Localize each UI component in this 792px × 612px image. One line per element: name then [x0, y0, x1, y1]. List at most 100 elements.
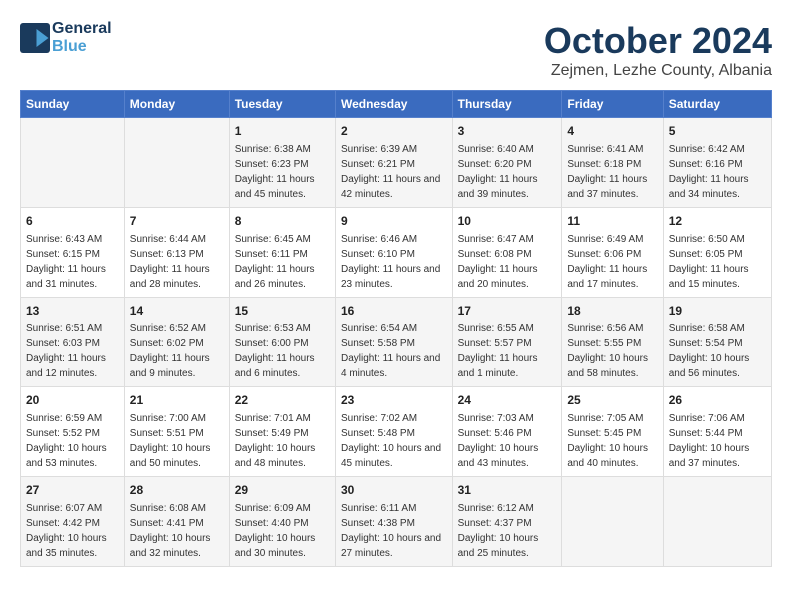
day-header-monday: Monday [124, 91, 229, 118]
day-number: 6 [26, 213, 119, 230]
cell-info: Sunrise: 6:09 AM Sunset: 4:40 PM Dayligh… [235, 501, 330, 561]
cell-info: Sunrise: 6:49 AM Sunset: 6:06 PM Dayligh… [567, 232, 657, 292]
cell-info: Sunrise: 6:46 AM Sunset: 6:10 PM Dayligh… [341, 232, 447, 292]
calendar-cell: 28 Sunrise: 6:08 AM Sunset: 4:41 PM Dayli… [124, 477, 229, 567]
cell-info: Sunrise: 6:50 AM Sunset: 6:05 PM Dayligh… [669, 232, 766, 292]
cell-info: Sunrise: 6:07 AM Sunset: 4:42 PM Dayligh… [26, 501, 119, 561]
day-number: 14 [130, 303, 224, 320]
cell-info: Sunrise: 6:12 AM Sunset: 4:37 PM Dayligh… [458, 501, 557, 561]
week-row-3: 13Sunrise: 6:51 AM Sunset: 6:03 PM Dayli… [21, 297, 772, 387]
calendar-cell: 17Sunrise: 6:55 AM Sunset: 5:57 PM Dayli… [452, 297, 562, 387]
calendar-cell: 16Sunrise: 6:54 AM Sunset: 5:58 PM Dayli… [335, 297, 452, 387]
day-number: 27 [26, 482, 119, 499]
day-number: 13 [26, 303, 119, 320]
day-number: 1 [235, 123, 330, 140]
logo-icon [20, 23, 50, 53]
calendar-cell: 2 Sunrise: 6:39 AM Sunset: 6:21 PM Daylig… [335, 118, 452, 208]
calendar-cell: 4 Sunrise: 6:41 AM Sunset: 6:18 PM Daylig… [562, 118, 663, 208]
calendar-cell: 23 Sunrise: 7:02 AM Sunset: 5:48 PM Dayli… [335, 387, 452, 477]
day-number: 23 [341, 392, 447, 409]
calendar-cell: 1Sunrise: 6:38 AM Sunset: 6:23 PM Daylig… [229, 118, 335, 208]
day-number: 16 [341, 303, 447, 320]
day-number: 21 [130, 392, 224, 409]
day-number: 12 [669, 213, 766, 230]
calendar-cell: 15Sunrise: 6:53 AM Sunset: 6:00 PM Dayli… [229, 297, 335, 387]
logo: General Blue [20, 20, 112, 56]
calendar-cell [21, 118, 125, 208]
day-number: 31 [458, 482, 557, 499]
calendar-cell: 31 Sunrise: 6:12 AM Sunset: 4:37 PM Dayli… [452, 477, 562, 567]
calendar-cell [562, 477, 663, 567]
cell-info: Sunrise: 6:56 AM Sunset: 5:55 PM Dayligh… [567, 321, 657, 381]
days-header-row: SundayMondayTuesdayWednesdayThursdayFrid… [21, 91, 772, 118]
cell-info: Sunrise: 6:53 AM Sunset: 6:00 PM Dayligh… [235, 321, 330, 381]
day-number: 26 [669, 392, 766, 409]
cell-info: Sunrise: 6:40 AM Sunset: 6:20 PM Dayligh… [458, 142, 557, 202]
day-header-thursday: Thursday [452, 91, 562, 118]
day-number: 17 [458, 303, 557, 320]
calendar-cell: 9 Sunrise: 6:46 AM Sunset: 6:10 PM Daylig… [335, 207, 452, 297]
cell-info: Sunrise: 7:05 AM Sunset: 5:45 PM Dayligh… [567, 411, 657, 471]
day-header-tuesday: Tuesday [229, 91, 335, 118]
day-number: 30 [341, 482, 447, 499]
day-number: 25 [567, 392, 657, 409]
day-number: 7 [130, 213, 224, 230]
day-number: 10 [458, 213, 557, 230]
cell-info: Sunrise: 6:59 AM Sunset: 5:52 PM Dayligh… [26, 411, 119, 471]
title-block: October 2024 Zejmen, Lezhe County, Alban… [544, 20, 772, 80]
day-number: 24 [458, 392, 557, 409]
calendar-cell [124, 118, 229, 208]
cell-info: Sunrise: 7:00 AM Sunset: 5:51 PM Dayligh… [130, 411, 224, 471]
week-row-1: 1Sunrise: 6:38 AM Sunset: 6:23 PM Daylig… [21, 118, 772, 208]
cell-info: Sunrise: 6:42 AM Sunset: 6:16 PM Dayligh… [669, 142, 766, 202]
day-number: 8 [235, 213, 330, 230]
day-header-friday: Friday [562, 91, 663, 118]
cell-info: Sunrise: 7:06 AM Sunset: 5:44 PM Dayligh… [669, 411, 766, 471]
calendar-cell: 8Sunrise: 6:45 AM Sunset: 6:11 PM Daylig… [229, 207, 335, 297]
day-header-saturday: Saturday [663, 91, 771, 118]
calendar-cell: 13Sunrise: 6:51 AM Sunset: 6:03 PM Dayli… [21, 297, 125, 387]
day-number: 20 [26, 392, 119, 409]
day-number: 2 [341, 123, 447, 140]
calendar-cell: 12 Sunrise: 6:50 AM Sunset: 6:05 PM Dayli… [663, 207, 771, 297]
day-number: 5 [669, 123, 766, 140]
cell-info: Sunrise: 6:41 AM Sunset: 6:18 PM Dayligh… [567, 142, 657, 202]
cell-info: Sunrise: 6:55 AM Sunset: 5:57 PM Dayligh… [458, 321, 557, 381]
month-title: October 2024 [544, 20, 772, 62]
calendar-cell: 14Sunrise: 6:52 AM Sunset: 6:02 PM Dayli… [124, 297, 229, 387]
cell-info: Sunrise: 6:52 AM Sunset: 6:02 PM Dayligh… [130, 321, 224, 381]
calendar-cell: 20 Sunrise: 6:59 AM Sunset: 5:52 PM Dayli… [21, 387, 125, 477]
calendar-cell: 3 Sunrise: 6:40 AM Sunset: 6:20 PM Daylig… [452, 118, 562, 208]
page-header: General Blue October 2024 Zejmen, Lezhe … [20, 20, 772, 80]
week-row-4: 20 Sunrise: 6:59 AM Sunset: 5:52 PM Dayli… [21, 387, 772, 477]
cell-info: Sunrise: 6:54 AM Sunset: 5:58 PM Dayligh… [341, 321, 447, 381]
day-number: 9 [341, 213, 447, 230]
day-number: 11 [567, 213, 657, 230]
calendar-cell: 21 Sunrise: 7:00 AM Sunset: 5:51 PM Dayli… [124, 387, 229, 477]
calendar-cell: 25 Sunrise: 7:05 AM Sunset: 5:45 PM Dayli… [562, 387, 663, 477]
cell-info: Sunrise: 7:02 AM Sunset: 5:48 PM Dayligh… [341, 411, 447, 471]
calendar-cell: 19Sunrise: 6:58 AM Sunset: 5:54 PM Dayli… [663, 297, 771, 387]
cell-info: Sunrise: 6:44 AM Sunset: 6:13 PM Dayligh… [130, 232, 224, 292]
calendar-cell: 11 Sunrise: 6:49 AM Sunset: 6:06 PM Dayli… [562, 207, 663, 297]
cell-info: Sunrise: 6:47 AM Sunset: 6:08 PM Dayligh… [458, 232, 557, 292]
day-number: 29 [235, 482, 330, 499]
calendar-cell: 24Sunrise: 7:03 AM Sunset: 5:46 PM Dayli… [452, 387, 562, 477]
calendar-cell: 29 Sunrise: 6:09 AM Sunset: 4:40 PM Dayli… [229, 477, 335, 567]
cell-info: Sunrise: 6:51 AM Sunset: 6:03 PM Dayligh… [26, 321, 119, 381]
calendar-cell: 6Sunrise: 6:43 AM Sunset: 6:15 PM Daylig… [21, 207, 125, 297]
day-number: 15 [235, 303, 330, 320]
calendar-cell [663, 477, 771, 567]
week-row-2: 6Sunrise: 6:43 AM Sunset: 6:15 PM Daylig… [21, 207, 772, 297]
cell-info: Sunrise: 6:39 AM Sunset: 6:21 PM Dayligh… [341, 142, 447, 202]
calendar-cell: 26 Sunrise: 7:06 AM Sunset: 5:44 PM Dayli… [663, 387, 771, 477]
cell-info: Sunrise: 6:08 AM Sunset: 4:41 PM Dayligh… [130, 501, 224, 561]
day-number: 3 [458, 123, 557, 140]
day-number: 22 [235, 392, 330, 409]
calendar-cell: 7 Sunrise: 6:44 AM Sunset: 6:13 PM Daylig… [124, 207, 229, 297]
calendar-cell: 30Sunrise: 6:11 AM Sunset: 4:38 PM Dayli… [335, 477, 452, 567]
week-row-5: 27 Sunrise: 6:07 AM Sunset: 4:42 PM Dayli… [21, 477, 772, 567]
day-number: 4 [567, 123, 657, 140]
day-number: 28 [130, 482, 224, 499]
day-number: 19 [669, 303, 766, 320]
